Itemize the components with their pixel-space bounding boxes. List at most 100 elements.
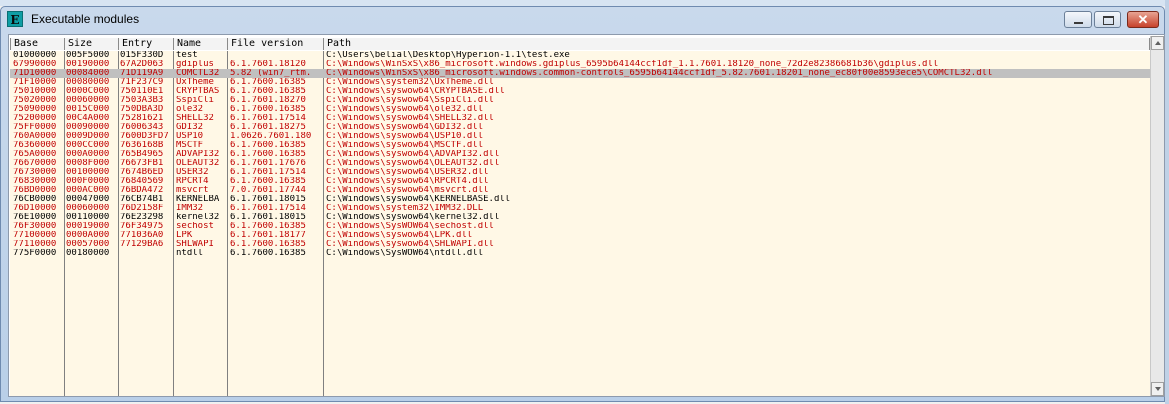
cell-name: OLEAUT32 — [176, 159, 220, 168]
module-row[interactable]: 77100000 0000A000 771036A0 LPK 6.1.7601.1817… — [10, 231, 1150, 240]
cell-file-version: 6.1.7601.17514 — [230, 114, 306, 123]
cell-file-version: 6.1.7601.18015 — [230, 213, 306, 222]
cell-name: CRYPTBAS — [176, 87, 220, 96]
cell-size: 0008F000 — [66, 159, 110, 168]
header-entry[interactable]: Entry — [118, 38, 174, 50]
header-base[interactable]: Base — [10, 38, 65, 50]
modules-list[interactable]: Base Size Entry Name File version Path 0… — [8, 34, 1165, 397]
cell-base: 76670000 — [13, 159, 57, 168]
cell-file-version: 6.1.7601.18177 — [230, 231, 306, 240]
module-row[interactable]: 75010000 0000C000 750110E1 CRYPTBAS 6.1.7600… — [10, 87, 1150, 96]
module-row[interactable]: 71F10000 00080000 71F237C9 UxTheme 6.1.7600.… — [10, 78, 1150, 87]
cell-path: C:\Windows\syswow64\msvcrt.dll — [326, 186, 489, 195]
cell-entry: 7600D3FD7 — [120, 132, 169, 141]
cell-size: 00060000 — [66, 96, 110, 105]
module-row[interactable]: 76CB0000 00047000 76CB74B1 KERNELBA 6.1.7601… — [10, 195, 1150, 204]
module-row[interactable]: 01000000 005F5000 015F330D test C:\Users\bel… — [10, 51, 1150, 60]
module-row[interactable]: 76E10000 00110000 76E23298 kernel32 6.1.7601… — [10, 213, 1150, 222]
module-row[interactable]: 76F30000 00019000 76F34975 sechost 6.1.7600.… — [10, 222, 1150, 231]
module-row[interactable]: 77110000 00057000 77129BA6 SHLWAPI 6.1.7600.… — [10, 240, 1150, 249]
vertical-scrollbar[interactable] — [1150, 36, 1164, 396]
scroll-down-button[interactable] — [1151, 382, 1164, 396]
cell-path: C:\Windows\WinSxS\x86_microsoft.windows.… — [326, 60, 939, 69]
cell-name: ntdll — [176, 249, 204, 258]
cell-base: 76D10000 — [13, 204, 57, 213]
cell-size: 000AC000 — [66, 186, 110, 195]
window-title: Executable modules — [31, 12, 140, 26]
header-size[interactable]: Size — [64, 38, 119, 50]
module-row[interactable]: 76BD0000 000AC000 76BDA472 msvcrt 7.0.7601.1… — [10, 186, 1150, 195]
cell-path: C:\Windows\syswow64\MSCTF.dll — [326, 141, 484, 150]
minimize-button[interactable] — [1064, 11, 1092, 28]
cell-file-version: 6.1.7600.16385 — [230, 87, 306, 96]
cell-path: C:\Windows\syswow64\OLEAUT32.dll — [326, 159, 500, 168]
cell-size: 0009D000 — [66, 132, 110, 141]
cell-entry: 750110E1 — [120, 87, 164, 96]
cell-base: 76BD0000 — [13, 186, 57, 195]
cell-entry: 771036A0 — [120, 231, 164, 240]
title-bar[interactable]: E Executable modules ✕ — [1, 7, 1164, 33]
cell-entry: 76673FB1 — [120, 159, 164, 168]
scroll-up-button[interactable] — [1151, 36, 1164, 50]
header-name[interactable]: Name — [173, 38, 228, 50]
cell-file-version: 6.1.7601.17676 — [230, 159, 306, 168]
cell-path: C:\Windows\system32\IMM32.DLL — [326, 204, 484, 213]
cell-path: C:\Windows\SysWOW64\sechost.dll — [326, 222, 494, 231]
cell-size: 00047000 — [66, 195, 110, 204]
cell-path: C:\Windows\syswow64\USER32.dll — [326, 168, 489, 177]
cell-file-version: 6.1.7601.18120 — [230, 60, 306, 69]
module-row[interactable]: 760A0000 0009D000 7600D3FD7 USP10 1.0626.760… — [10, 132, 1150, 141]
modules-table-body[interactable]: 01000000 005F5000 015F330D test C:\Users\bel… — [10, 51, 1150, 396]
cell-base: 71F10000 — [13, 78, 57, 87]
module-row[interactable]: 765A0000 000A0000 765B4965 ADVAPI32 6.1.7600… — [10, 150, 1150, 159]
cell-name: KERNELBA — [176, 195, 220, 204]
cell-entry: 765B4965 — [120, 150, 164, 159]
cell-size: 00C4A000 — [66, 114, 110, 123]
cell-entry: 76840569 — [120, 177, 164, 186]
cell-size: 00084000 — [66, 69, 110, 78]
cell-path: C:\Windows\syswow64\LPK.dll — [326, 231, 473, 240]
cell-name: SspiCli — [176, 96, 214, 105]
module-row[interactable]: 67990000 00190000 67A2D063 gdiplus 6.1.7601.… — [10, 60, 1150, 69]
cell-base: 775F0000 — [13, 249, 57, 258]
module-row[interactable]: 75FF0000 00090000 76006343 GDI32 6.1.7601.18… — [10, 123, 1150, 132]
module-row[interactable]: 775F0000 00180000 ntdll 6.1.7600.16385 C:\Wi… — [10, 249, 1150, 258]
cell-path: C:\Windows\syswow64\GDI32.dll — [326, 123, 484, 132]
cell-base: 75FF0000 — [13, 123, 57, 132]
cell-size: 00180000 — [66, 249, 110, 258]
module-row[interactable]: 76830000 000F0000 76840569 RPCRT4 6.1.7600.1… — [10, 177, 1150, 186]
cell-base: 77100000 — [13, 231, 57, 240]
cell-entry: 76F34975 — [120, 222, 164, 231]
maximize-button[interactable] — [1094, 11, 1121, 28]
cell-size: 000CC000 — [66, 141, 110, 150]
cell-file-version: 6.1.7600.16385 — [230, 105, 306, 114]
header-file-version[interactable]: File version — [227, 38, 324, 50]
cell-entry: 67A2D063 — [120, 60, 164, 69]
module-row[interactable]: 71D10000 00084000 71D119A9 COMCTL32 5.82 (wi… — [10, 69, 1150, 78]
cell-name: USER32 — [176, 168, 209, 177]
cell-name: MSCTF — [176, 141, 204, 150]
module-row[interactable]: 76360000 000CC000 7636168B MSCTF 6.1.7600.16… — [10, 141, 1150, 150]
cell-entry: 76D2158F — [120, 204, 164, 213]
cell-size: 00057000 — [66, 240, 110, 249]
module-row[interactable]: 76670000 0008F000 76673FB1 OLEAUT32 6.1.7601… — [10, 159, 1150, 168]
cell-base: 75090000 — [13, 105, 57, 114]
arrow-up-icon — [1155, 41, 1161, 45]
cell-entry — [120, 249, 173, 258]
cell-name: USP10 — [176, 132, 204, 141]
cell-name: COMCTL32 — [176, 69, 220, 78]
cell-entry: 75281621 — [120, 114, 164, 123]
module-row[interactable]: 76730000 00100000 7674B6ED USER32 6.1.7601.1… — [10, 168, 1150, 177]
cell-path: C:\Windows\syswow64\SspiCli.dll — [326, 96, 494, 105]
cell-base: 75010000 — [13, 87, 57, 96]
module-row[interactable]: 75020000 00060000 7503A3B3 SspiCli 6.1.7601.… — [10, 96, 1150, 105]
cell-base: 67990000 — [13, 60, 57, 69]
header-path[interactable]: Path — [323, 38, 1150, 50]
cell-name: SHLWAPI — [176, 240, 214, 249]
module-row[interactable]: 76D10000 00060000 76D2158F IMM32 6.1.7601.17… — [10, 204, 1150, 213]
cell-entry: 71D119A9 — [120, 69, 164, 78]
cell-path: C:\Windows\syswow64\RPCRT4.dll — [326, 177, 489, 186]
module-row[interactable]: 75200000 00C4A000 75281621 SHELL32 6.1.7601.… — [10, 114, 1150, 123]
close-button[interactable]: ✕ — [1127, 11, 1159, 28]
module-row[interactable]: 75090000 0015C000 750DBA3D ole32 6.1.7600.16… — [10, 105, 1150, 114]
